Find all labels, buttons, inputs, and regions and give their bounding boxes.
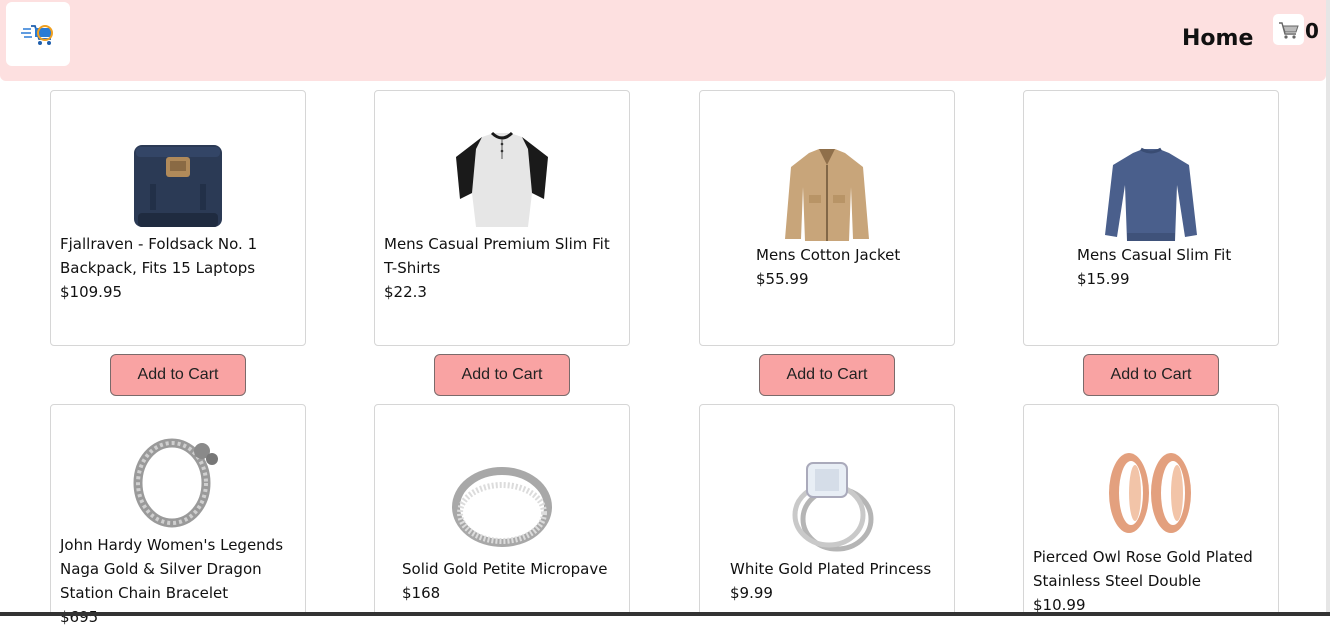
product-card[interactable]: Fjallraven - Foldsack No. 1 Backpack, Fi… bbox=[50, 90, 306, 346]
tshirt-image bbox=[456, 131, 548, 227]
product-price: $15.99 bbox=[1077, 270, 1130, 288]
add-to-cart-button[interactable]: Add to Cart bbox=[759, 354, 895, 396]
product-price: $22.3 bbox=[384, 283, 427, 301]
product-price: $109.95 bbox=[60, 283, 123, 301]
product-price: $695 bbox=[60, 608, 99, 626]
cart-count: 0 bbox=[1305, 19, 1319, 43]
product-image bbox=[375, 129, 629, 231]
shopping-cart-icon bbox=[1278, 21, 1299, 39]
product-title: Stainless Steel Double bbox=[1033, 572, 1202, 590]
product-image bbox=[375, 467, 629, 547]
product-card[interactable]: White Gold Plated Princess $9.99 bbox=[699, 404, 955, 616]
product-image bbox=[700, 147, 954, 243]
sweater-image bbox=[1105, 147, 1197, 241]
scrollbar[interactable] bbox=[1326, 0, 1330, 616]
add-to-cart-button[interactable]: Add to Cart bbox=[1083, 354, 1219, 396]
product-card[interactable]: Solid Gold Petite Micropave $168 bbox=[374, 404, 630, 616]
product-image bbox=[1024, 147, 1278, 243]
product-title: Pierced Owl Rose Gold Plated bbox=[1033, 548, 1253, 566]
product-title: Solid Gold Petite Micropave bbox=[402, 560, 608, 578]
product-image bbox=[700, 457, 954, 557]
product-title: Station Chain Bracelet bbox=[60, 584, 229, 602]
add-to-cart-button[interactable]: Add to Cart bbox=[110, 354, 246, 396]
product-title: Mens Casual Premium Slim Fit bbox=[384, 235, 610, 253]
diamond-ring-image bbox=[792, 462, 874, 552]
backpack-image bbox=[134, 145, 222, 227]
product-price: $55.99 bbox=[756, 270, 809, 288]
product-price: $168 bbox=[402, 584, 441, 602]
bracelet-image bbox=[133, 438, 218, 528]
product-image bbox=[1024, 443, 1278, 543]
add-to-cart-button[interactable]: Add to Cart bbox=[434, 354, 570, 396]
rose-gold-plugs-image bbox=[1109, 453, 1191, 533]
product-title: Mens Cotton Jacket bbox=[756, 246, 901, 264]
window-bottom-edge bbox=[0, 612, 1330, 616]
cart-logo-icon bbox=[21, 25, 53, 45]
product-image bbox=[51, 129, 305, 231]
product-title: Backpack, Fits 15 Laptops bbox=[60, 259, 256, 277]
jacket-image bbox=[785, 149, 869, 241]
product-title: Fjallraven - Foldsack No. 1 bbox=[60, 235, 258, 253]
cart-button[interactable] bbox=[1273, 14, 1304, 45]
shop-logo[interactable] bbox=[6, 2, 70, 66]
product-image bbox=[51, 431, 305, 531]
ring-image bbox=[452, 467, 552, 547]
product-price: $9.99 bbox=[730, 584, 773, 602]
product-card[interactable]: Pierced Owl Rose Gold Plated Stainless S… bbox=[1023, 404, 1279, 616]
product-title: Mens Casual Slim Fit bbox=[1077, 246, 1232, 264]
product-title: T-Shirts bbox=[384, 259, 441, 277]
product-card[interactable]: John Hardy Women's Legends Naga Gold & S… bbox=[50, 404, 306, 626]
product-card[interactable]: Mens Casual Slim Fit $15.99 bbox=[1023, 90, 1279, 346]
nav-home-link[interactable]: Home bbox=[1182, 26, 1253, 51]
navbar: Home 0 bbox=[0, 0, 1326, 81]
product-title: Naga Gold & Silver Dragon bbox=[60, 560, 262, 578]
product-card[interactable]: Mens Cotton Jacket $55.99 bbox=[699, 90, 955, 346]
product-title: White Gold Plated Princess bbox=[730, 560, 932, 578]
product-title: John Hardy Women's Legends bbox=[60, 536, 284, 554]
product-card[interactable]: Mens Casual Premium Slim Fit T-Shirts $2… bbox=[374, 90, 630, 346]
